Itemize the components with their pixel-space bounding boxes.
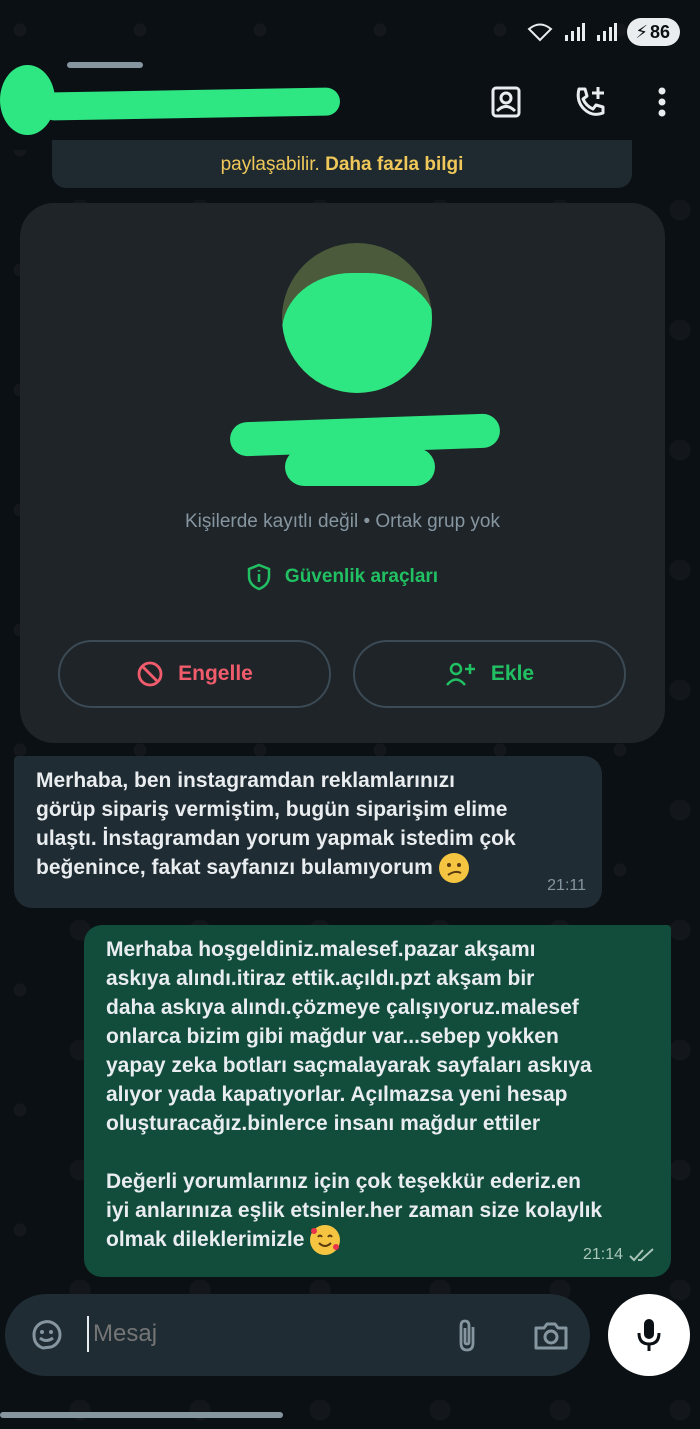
charging-icon: ⚡ (635, 21, 648, 42)
add-label: Ekle (490, 662, 535, 685)
voice-message-button[interactable] (608, 1294, 690, 1376)
add-call-icon (576, 87, 605, 116)
signal-icon-2 (597, 23, 618, 41)
sticker-icon (32, 1320, 62, 1350)
security-tools-label: Güvenlik araçları (284, 566, 439, 587)
block-button[interactable]: Engelle (58, 640, 331, 708)
message-input[interactable] (87, 1316, 417, 1352)
contact-card-icon (491, 86, 521, 118)
block-icon (137, 661, 163, 687)
message-text: Merhaba hoşgeldiniz.malesef.pazar akşamı… (106, 938, 603, 1251)
security-tools-link[interactable]: Güvenlik araçları (20, 563, 665, 591)
outgoing-message[interactable]: Merhaba hoşgeldiniz.malesef.pazar akşamı… (84, 925, 671, 1277)
encryption-notice: paylaşabilir. Daha fazla bilgi (52, 140, 632, 188)
battery-level: 86 (649, 21, 670, 42)
contact-profile-photo-redacted[interactable] (282, 243, 432, 393)
contact-card-button[interactable] (484, 80, 528, 124)
contact-name-redacted[interactable] (39, 87, 341, 121)
chat-header (0, 55, 700, 150)
add-person-icon (445, 662, 475, 686)
camera-icon (534, 1322, 568, 1350)
add-contact-button[interactable]: Ekle (353, 640, 626, 708)
camera-button[interactable] (529, 1313, 573, 1357)
notice-text: paylaşabilir. (220, 154, 320, 175)
message-time: 21:14 (582, 1246, 623, 1263)
message-composer (5, 1294, 590, 1376)
status-bar: ⚡ 86 (0, 0, 700, 60)
read-receipt-icon (629, 1247, 654, 1261)
battery-indicator: ⚡ 86 (627, 18, 680, 46)
confused-face-emoji-icon (438, 853, 469, 884)
message-timestamp: 21:14 (583, 1240, 655, 1269)
message-timestamp: 21:11 (547, 871, 586, 900)
more-options-button[interactable] (640, 80, 684, 124)
add-call-button[interactable] (568, 80, 612, 124)
microphone-icon (637, 1319, 661, 1351)
wifi-icon (527, 23, 553, 42)
emoji-sticker-button[interactable] (25, 1313, 69, 1357)
signal-icon (565, 23, 586, 41)
redaction-blob (282, 273, 432, 393)
contact-status-text: Kişilerde kayıtlı değil • Ortak grup yok (184, 511, 500, 532)
more-vert-icon (658, 87, 666, 117)
message-time: 21:11 (547, 877, 586, 894)
unknown-contact-card: Kişilerde kayıtlı değil • Ortak grup yok… (20, 203, 665, 743)
drag-handle (67, 62, 143, 68)
block-label: Engelle (178, 662, 253, 685)
attach-button[interactable] (445, 1313, 489, 1357)
status-icons: ⚡ 86 (527, 18, 680, 46)
learn-more-link[interactable]: Daha fazla bilgi (325, 154, 463, 175)
paperclip-icon (459, 1319, 475, 1352)
gesture-navigation-bar (0, 1412, 283, 1418)
shield-icon (247, 563, 271, 591)
incoming-message[interactable]: Merhaba, ben instagramdan reklamlarınızı… (14, 756, 602, 908)
contact-number-redacted (285, 448, 435, 486)
smiling-face-with-hearts-emoji-icon (310, 1225, 341, 1256)
